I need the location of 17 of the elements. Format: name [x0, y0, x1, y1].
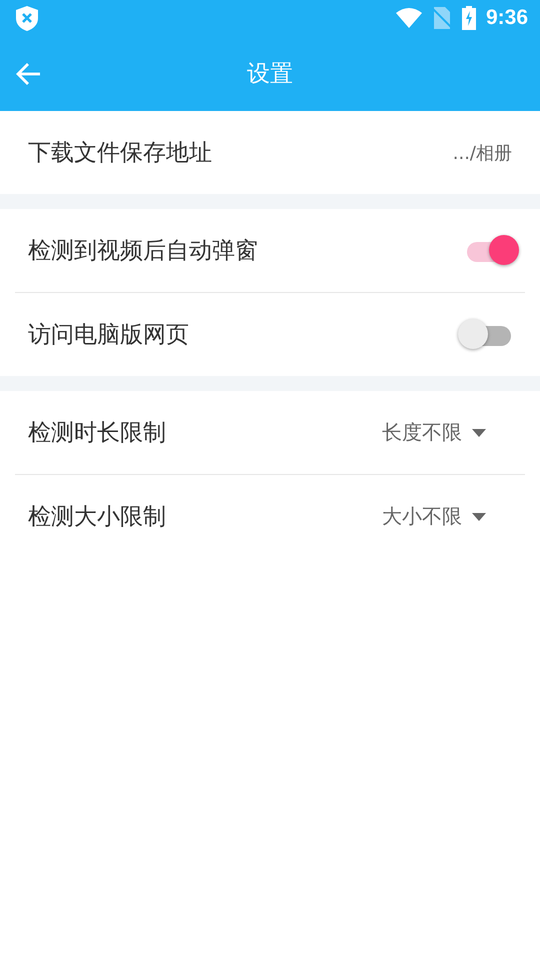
page-title: 设置	[247, 61, 293, 87]
wifi-icon	[396, 8, 422, 28]
caret-icon	[472, 428, 486, 436]
clock-time: 9:36	[486, 6, 528, 30]
caret-icon	[472, 512, 486, 520]
setting-label: 下载文件保存地址	[28, 139, 212, 168]
setting-label: 检测时长限制	[28, 419, 166, 448]
shield-icon	[16, 6, 38, 30]
battery-charging-icon	[462, 6, 476, 30]
setting-value[interactable]: .../相册	[452, 140, 512, 164]
setting-label: 访问电脑版网页	[28, 321, 189, 350]
setting-label: 检测到视频后自动弹窗	[28, 237, 258, 266]
setting-label: 检测大小限制	[28, 503, 166, 532]
back-button[interactable]	[16, 62, 42, 86]
dropdown[interactable]: 长度不限	[382, 419, 486, 446]
no-sim-icon	[432, 7, 452, 29]
dropdown[interactable]: 大小不限	[382, 503, 486, 530]
